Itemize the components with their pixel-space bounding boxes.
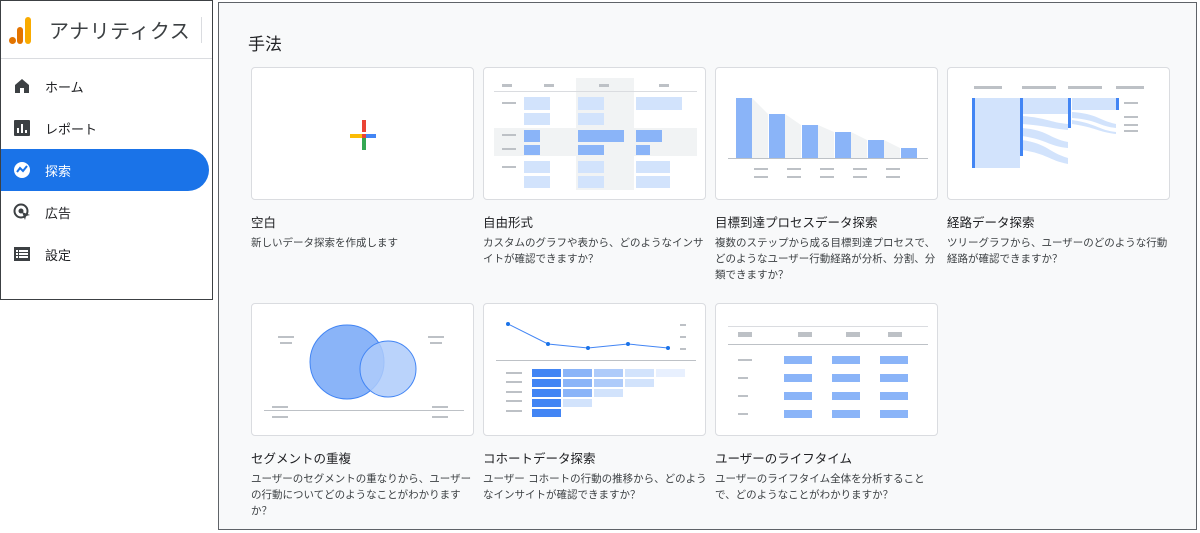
card-title: コホートデータ探索 (483, 451, 596, 466)
sidebar-item-label: 広告 (45, 206, 72, 222)
venn-thumbnail[interactable] (251, 303, 474, 436)
funnel-thumbnail[interactable] (715, 67, 938, 200)
techniques-panel: 手法 空白 新しいデータ探索を作成します 自由形式 カスタムのグラフや表から、ど… (218, 2, 1197, 530)
sidebar-item-ads[interactable]: 広告 (1, 191, 209, 233)
blank-thumbnail[interactable] (251, 67, 474, 200)
technique-card-user-lifetime[interactable]: ユーザーのライフタイム ユーザーのライフタイム全体を分析することで、どのようなこ… (715, 303, 938, 503)
technique-card-path[interactable]: 経路データ探索 ツリーグラフから、ユーザーのどのような行動経路が確認できますか？ (947, 67, 1170, 267)
card-title: 経路データ探索 (947, 215, 1035, 230)
sidebar-item-settings[interactable]: 設定 (1, 233, 209, 275)
card-title: 空白 (251, 215, 277, 230)
card-description: 新しいデータ探索を作成します (251, 237, 398, 249)
sidebar-item-label: 探索 (45, 164, 72, 180)
sidebar-item-reports[interactable]: レポート (1, 107, 209, 149)
sidebar: アナリティクス ホーム レポート 探索 広告 設定 (0, 0, 213, 300)
table-thumbnail[interactable] (483, 67, 706, 200)
app-title: アナリティクス (49, 19, 191, 43)
technique-card-funnel[interactable]: 目標到達プロセスデータ探索 複数のステップから成る目標到達プロセスで、どのような… (715, 67, 938, 283)
card-title: 目標到達プロセスデータ探索 (715, 215, 878, 230)
card-description: ユーザー コホートの行動の推移から、どのようなインサイトが確認できますか？ (483, 473, 707, 501)
card-description: ツリーグラフから、ユーザーのどのような行動経路が確認できますか？ (947, 237, 1168, 265)
sidebar-nav: ホーム レポート 探索 広告 設定 (1, 59, 212, 275)
card-description: ユーザーのセグメントの重なりから、ユーザーの行動についてどのようなことがわかりま… (251, 473, 472, 517)
ads-cursor-icon (13, 203, 31, 221)
brand-header: アナリティクス (1, 1, 212, 59)
path-thumbnail[interactable] (947, 67, 1170, 200)
sidebar-item-label: レポート (45, 122, 98, 138)
card-description: 複数のステップから成る目標到達プロセスで、どのようなユーザー行動経路が分析、分割… (715, 237, 936, 281)
technique-card-cohort[interactable]: コホートデータ探索 ユーザー コホートの行動の推移から、どのようなインサイトが確… (483, 303, 707, 503)
card-description: カスタムのグラフや表から、どのようなインサイトが確認できますか？ (483, 237, 704, 265)
technique-card-free-form[interactable]: 自由形式 カスタムのグラフや表から、どのようなインサイトが確認できますか？ (483, 67, 706, 267)
technique-card-segment-overlap[interactable]: セグメントの重複 ユーザーのセグメントの重なりから、ユーザーの行動についてどのよ… (251, 303, 474, 519)
technique-card-blank[interactable]: 空白 新しいデータ探索を作成します (251, 67, 474, 251)
sidebar-item-label: ホーム (45, 80, 84, 96)
lifetime-thumbnail[interactable] (715, 303, 938, 436)
card-description: ユーザーのライフタイム全体を分析することで、どのようなことがわかりますか？ (715, 473, 925, 501)
explore-icon (13, 161, 31, 179)
sidebar-item-explore[interactable]: 探索 (1, 149, 209, 191)
header-divider (201, 17, 202, 43)
sidebar-item-home[interactable]: ホーム (1, 65, 209, 107)
analytics-logo-icon[interactable] (9, 16, 33, 44)
section-title: 手法 (248, 35, 282, 55)
plus-icon (350, 120, 376, 150)
card-title: ユーザーのライフタイム (715, 451, 853, 466)
home-icon (13, 77, 31, 95)
card-title: 自由形式 (483, 215, 534, 230)
bar-chart-icon (13, 119, 31, 137)
card-title: セグメントの重複 (251, 451, 352, 466)
sidebar-item-label: 設定 (45, 248, 72, 264)
cohort-thumbnail[interactable] (483, 303, 706, 436)
list-settings-icon (13, 245, 31, 263)
